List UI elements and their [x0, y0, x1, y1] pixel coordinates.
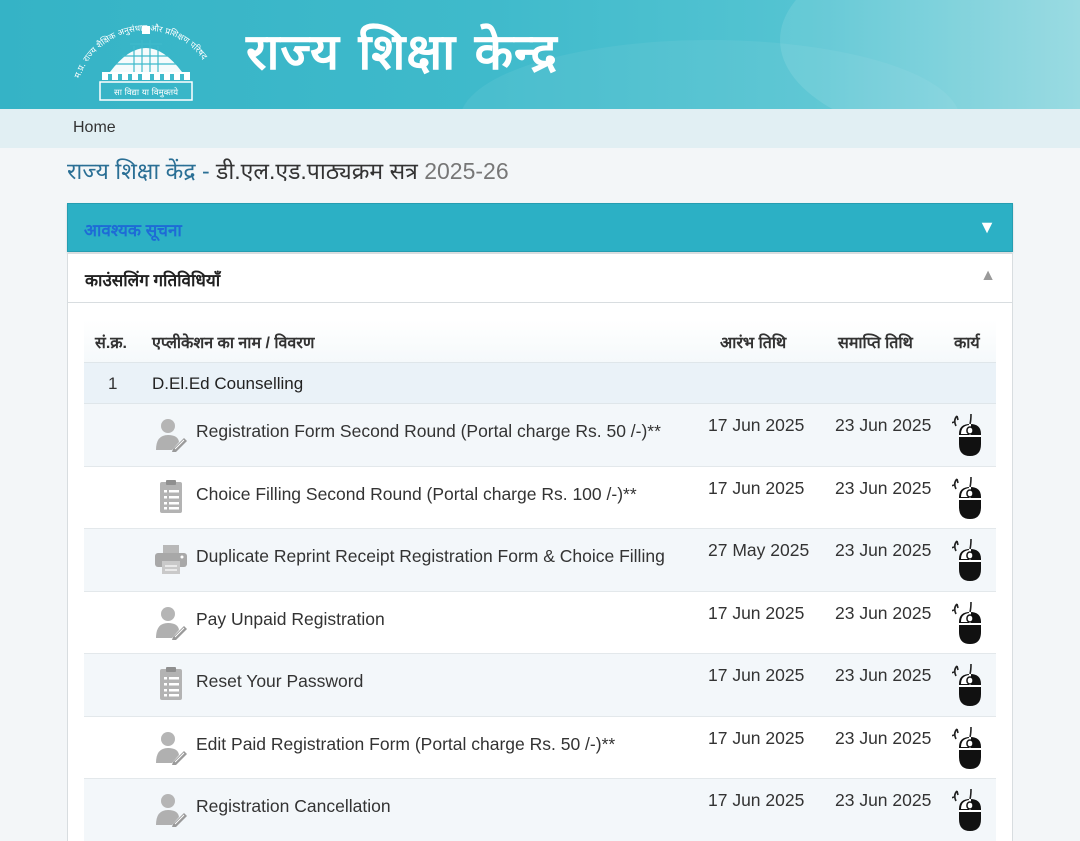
- start-date: 17 Jun 2025: [708, 665, 805, 685]
- breadcrumb-home-link[interactable]: Home: [73, 119, 116, 137]
- table-row: Reset Your Password 17 Jun 2025 23 Jun 202…: [84, 654, 996, 717]
- end-date: 23 Jun 2025: [835, 477, 932, 498]
- page-title: राज्य शिक्षा केंद्र - डी.एल.एड.पाठ्यक्रम…: [67, 156, 509, 186]
- start-date: 17 Jun 2025: [708, 415, 805, 435]
- page-title-session: 2025-26: [424, 158, 509, 184]
- group-name: D.El.Ed Counselling: [152, 374, 304, 393]
- header-start-date: आरंभ तिथि: [720, 335, 787, 352]
- table-row: Edit Paid Registration Form (Portal char…: [84, 716, 996, 779]
- site-header: म.प्र. राज्य शैक्षिक अनुसंधान और प्रशिक्…: [0, 0, 1080, 109]
- table-row: Choice Filling Second Round (Portal char…: [84, 466, 996, 529]
- header-end-date: समाप्ति तिथि: [838, 335, 913, 352]
- table-row: Registration Form Second Round (Portal c…: [84, 404, 996, 467]
- start-date: 17 Jun 2025: [708, 477, 805, 498]
- mouse-click-icon[interactable]: [952, 600, 988, 646]
- group-number: 1: [108, 374, 118, 393]
- header-serial: सं.क्र.: [95, 335, 127, 352]
- user-edit-icon: [154, 729, 188, 765]
- breadcrumb: Home: [0, 109, 1080, 148]
- table-row: Duplicate Reprint Receipt Registration F…: [84, 529, 996, 592]
- mouse-click-icon[interactable]: [952, 537, 988, 583]
- table-header-row: सं.क्र. एप्लीकेशन का नाम / विवरण आरंभ ति…: [84, 320, 996, 363]
- end-date: 23 Jun 2025: [835, 727, 932, 748]
- header-name: एप्लीकेशन का नाम / विवरण: [152, 335, 315, 352]
- site-logo[interactable]: म.प्र. राज्य शैक्षिक अनुसंधान और प्रशिक्…: [64, 6, 228, 104]
- application-name-link[interactable]: Reset Your Password: [196, 671, 363, 692]
- start-date: 17 Jun 2025: [708, 790, 805, 810]
- page-title-course: डी.एल.एड.पाठ्यक्रम सत्र: [216, 158, 425, 184]
- mouse-click-icon[interactable]: [952, 662, 988, 708]
- checklist-icon: [154, 666, 188, 702]
- table-row: Registration Cancellation 17 Jun 2025 23 J…: [84, 779, 996, 841]
- application-name-link[interactable]: Duplicate Reprint Receipt Registration F…: [196, 546, 665, 567]
- header-action: कार्य: [954, 335, 980, 352]
- mouse-click-icon[interactable]: [952, 725, 988, 771]
- application-name-link[interactable]: Edit Paid Registration Form (Portal char…: [196, 734, 615, 755]
- site-title: राज्य शिक्षा केन्द्र: [246, 22, 558, 81]
- mouse-click-icon[interactable]: [952, 412, 988, 458]
- start-date: 17 Jun 2025: [708, 602, 805, 623]
- application-name-link[interactable]: Registration Cancellation: [196, 796, 391, 817]
- counselling-panel-label: काउंसलिंग गतिविधियाँ: [85, 271, 221, 290]
- logo-motto: सा विद्या या विमुक्तये: [114, 87, 179, 98]
- mouse-click-icon[interactable]: [952, 787, 988, 833]
- end-date: 23 Jun 2025: [835, 540, 932, 560]
- start-date: 17 Jun 2025: [708, 727, 805, 748]
- counselling-table: सं.क्र. एप्लीकेशन का नाम / विवरण आरंभ ति…: [84, 320, 996, 841]
- end-date: 23 Jun 2025: [835, 602, 932, 623]
- end-date: 23 Jun 2025: [835, 415, 932, 435]
- counselling-panel-header[interactable]: काउंसलिंग गतिविधियाँ ▲: [67, 253, 1013, 303]
- user-edit-icon: [154, 604, 188, 640]
- notice-panel-label: आवश्यक सूचना: [84, 221, 182, 240]
- page-title-org: राज्य शिक्षा केंद्र: [67, 158, 196, 184]
- end-date: 23 Jun 2025: [835, 790, 932, 810]
- user-edit-icon: [154, 791, 188, 827]
- mouse-click-icon[interactable]: [952, 475, 988, 521]
- start-date: 27 May 2025: [708, 540, 810, 560]
- notice-panel-header[interactable]: आवश्यक सूचना ▼: [67, 203, 1013, 252]
- end-date: 23 Jun 2025: [835, 665, 932, 685]
- checklist-icon: [154, 479, 188, 515]
- chevron-up-icon: ▲: [980, 267, 996, 284]
- user-edit-icon: [154, 416, 188, 452]
- printer-icon: [154, 541, 188, 577]
- application-name-link[interactable]: Pay Unpaid Registration: [196, 609, 385, 630]
- application-name-link[interactable]: Registration Form Second Round (Portal c…: [196, 421, 661, 442]
- application-name-link[interactable]: Choice Filling Second Round (Portal char…: [196, 484, 637, 505]
- group-row: 1 D.El.Ed Counselling: [84, 363, 996, 404]
- table-row: Pay Unpaid Registration 17 Jun 2025 23 Jun…: [84, 591, 996, 654]
- page-title-separator: -: [195, 158, 217, 184]
- chevron-down-icon: ▼: [978, 217, 996, 237]
